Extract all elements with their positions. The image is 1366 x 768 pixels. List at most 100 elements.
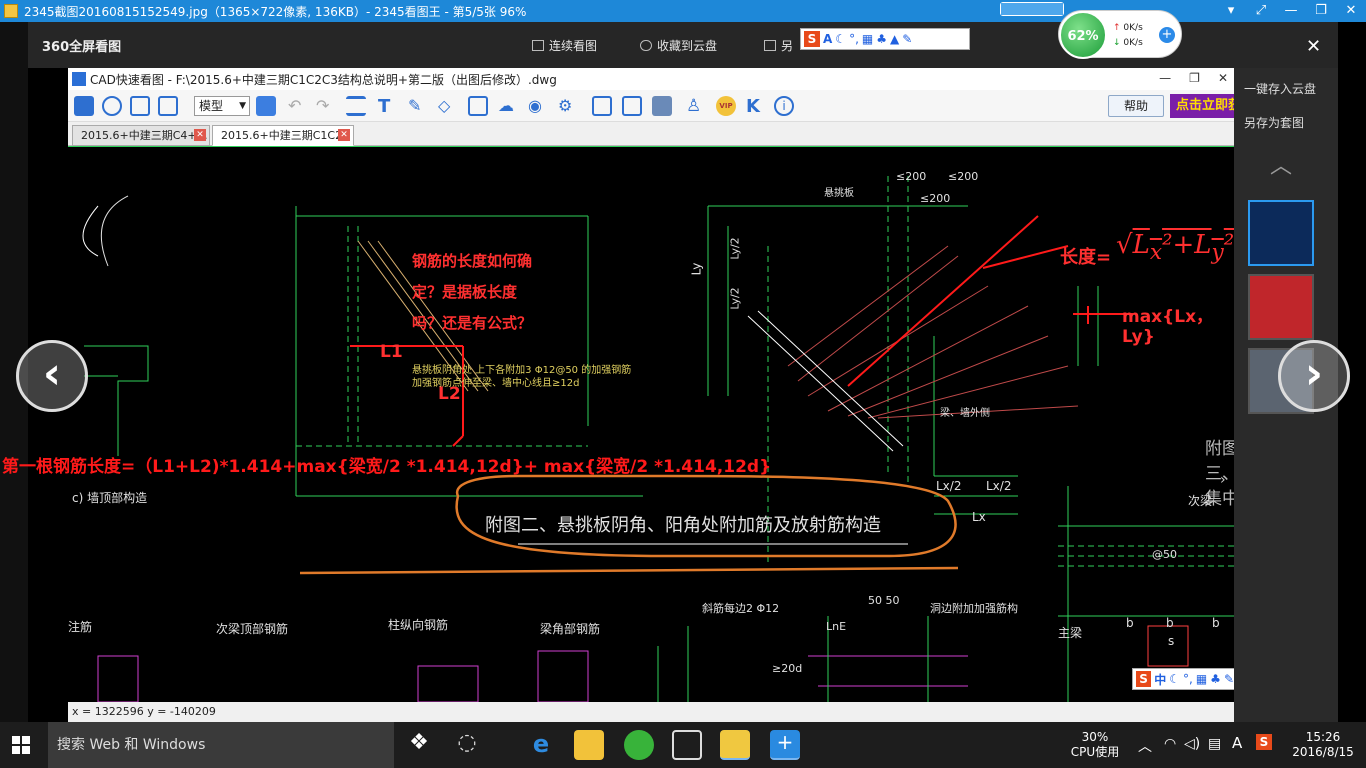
label-lx2a: Lx/2 (936, 479, 962, 493)
cad-minimize-button[interactable]: — (1159, 71, 1171, 85)
next-image-button[interactable]: › (1278, 340, 1350, 412)
volume-icon[interactable]: ◁) (1184, 736, 1200, 752)
task-view-icon[interactable]: ❖ (404, 730, 434, 760)
store-icon[interactable] (672, 730, 702, 760)
restore-button[interactable]: ❐ (1306, 0, 1336, 22)
scroll-up-icon[interactable]: ︿ (1270, 148, 1292, 180)
label-at50: @50 (1152, 548, 1177, 561)
history-icon[interactable] (102, 96, 122, 116)
layers-icon[interactable] (256, 96, 276, 116)
edge-icon[interactable]: e (526, 730, 556, 760)
settings-icon[interactable]: ⚙ (558, 96, 578, 116)
open-icon[interactable] (74, 96, 94, 116)
cad-close-button[interactable]: ✕ (1218, 71, 1228, 85)
cad-title: CAD快速看图 - F:\2015.6+中建三期C1C2C3结构总说明+第二版（… (90, 72, 557, 87)
vip-icon[interactable]: VIP (716, 96, 736, 116)
browser-360-icon[interactable]: ◌ (452, 730, 482, 760)
thumbnail-1[interactable] (1248, 200, 1314, 266)
upload-speed: ↑ 0K/s (1113, 23, 1143, 33)
measure-icon[interactable] (346, 96, 366, 116)
copy-icon[interactable] (622, 96, 642, 116)
label-lx2b: Lx/2 (986, 479, 1012, 493)
save-as-set-action[interactable]: 另存为套图 (1244, 114, 1304, 131)
search-icon[interactable] (592, 96, 612, 116)
ime-indicator[interactable]: A (1232, 734, 1242, 752)
sogou-icon: S (1136, 671, 1152, 687)
bottom-label-1: 次梁顶部钢筋 (216, 622, 289, 636)
wifi-icon[interactable]: ◠ (1164, 736, 1176, 752)
wrench-icon: ✎ (1223, 672, 1234, 686)
cad-viewer-icon[interactable]: + (770, 730, 800, 760)
pen-icon[interactable]: ✎ (408, 96, 428, 116)
undo-icon[interactable]: ↶ (288, 96, 308, 116)
dropdown-icon[interactable]: ▾ (1216, 0, 1246, 22)
text-icon[interactable]: T (378, 96, 398, 117)
cad-title-bar: CAD快速看图 - F:\2015.6+中建三期C1C2C3结构总说明+第二版（… (68, 68, 1234, 90)
dim-200c: ≤200 (920, 192, 951, 205)
label-l1: L1 (380, 342, 403, 362)
eraser-icon[interactable]: ◇ (438, 96, 458, 116)
delete-icon[interactable] (468, 96, 488, 116)
thumbnail-2[interactable] (1248, 274, 1314, 340)
save-to-cloud-action[interactable]: 一键存入云盘 (1244, 80, 1316, 97)
expand-icon[interactable]: › (1220, 472, 1226, 488)
label-b3: b (1212, 616, 1220, 630)
moon-icon: ☾ (835, 32, 847, 46)
label-cibeam: 次梁 (1188, 494, 1213, 508)
help-button[interactable]: 帮助 (1108, 95, 1164, 117)
k-icon[interactable]: K (746, 96, 766, 117)
file-explorer-icon[interactable] (574, 730, 604, 760)
chevron-up-icon[interactable]: ︿ (1138, 736, 1152, 756)
windows-start-icon[interactable] (12, 736, 30, 754)
redo-icon[interactable]: ↷ (316, 96, 336, 116)
ime-toolbar-bottom[interactable]: S 中 ☾ °, ▦ ♣ ✎ (1132, 668, 1238, 690)
cad-drawing-canvas[interactable]: 钢筋的长度如何确 定？是据板长度 吗？还是有公式？ L1 L2 长度= √Lx²… (68, 146, 1234, 702)
continuous-view-button[interactable]: 连续看图 (532, 37, 597, 54)
speed-widget[interactable]: 62% ↑ 0K/s ↓ 0K/s + (1058, 10, 1182, 59)
print-icon[interactable] (652, 96, 672, 116)
cpu-usage[interactable]: 30% CPU使用 (1060, 730, 1130, 760)
info-icon[interactable]: i (774, 96, 794, 116)
fullscreen-icon[interactable]: ⤢ (1246, 0, 1276, 22)
zoom-window-icon[interactable] (158, 96, 178, 116)
browser-icon[interactable] (624, 730, 654, 760)
ad-banner[interactable]: 点击立即获取 (1170, 94, 1234, 118)
clock[interactable]: 15:26 2016/8/15 (1290, 730, 1356, 760)
taskbar: 搜索 Web 和 Windows ❖ ◌ e + 30% CPU使用 ︿ ◠ ◁… (0, 722, 1366, 768)
user-icon[interactable]: ♙ (686, 96, 706, 116)
viewer-close-icon[interactable]: ✕ (1306, 36, 1321, 57)
tab-file-1[interactable]: 2015.6+中建三期C4+… ✕ (72, 125, 210, 146)
download-speed: ↓ 0K/s (1113, 38, 1143, 48)
tab-close-icon[interactable]: ✕ (338, 129, 350, 141)
cad-app-icon (72, 72, 86, 86)
save-as-button[interactable]: 另 (764, 37, 793, 54)
bottom-label-3: 梁角部钢筋 (540, 622, 601, 636)
save-cloud-button[interactable]: 收藏到云盘 (640, 37, 717, 54)
sogou-tray-icon[interactable]: S (1256, 734, 1272, 750)
memory-indicator[interactable] (1000, 2, 1064, 16)
ime-toolbar[interactable]: S A ☾ °, ▦ ♣ ▲ ✎ (800, 28, 970, 50)
prev-image-button[interactable]: ‹ (16, 340, 88, 412)
hide-icon[interactable]: ◉ (528, 96, 548, 116)
skin-icon: ♣ (876, 32, 887, 46)
label-lx: Lx (972, 510, 986, 524)
close-button[interactable]: ✕ (1336, 0, 1366, 22)
bottom-label-4: 斜筋每边2 Φ12 (702, 602, 780, 615)
tab-file-2[interactable]: 2015.6+中建三期C1C2· ✕ (212, 125, 354, 146)
plus-icon[interactable]: + (1159, 27, 1175, 43)
cad-window: CAD快速看图 - F:\2015.6+中建三期C1C2C3结构总说明+第二版（… (68, 68, 1234, 722)
tab-close-icon[interactable]: ✕ (194, 129, 206, 141)
bottom-label-5: 洞边附加加强筋构 (930, 602, 1018, 615)
image-viewer-icon[interactable] (720, 730, 750, 760)
ime-a-icon: A (823, 32, 833, 46)
fit-view-icon[interactable] (130, 96, 150, 116)
cloud-upload-icon[interactable]: ☁ (498, 96, 518, 116)
ime-lang: 中 (1154, 672, 1167, 687)
sogou-icon: S (804, 31, 820, 47)
viewer-title: 2345截图20160815152549.jpg（1365×722像素, 136… (24, 4, 527, 19)
cad-restore-button[interactable]: ❐ (1189, 71, 1200, 85)
taskbar-search-input[interactable]: 搜索 Web 和 Windows (48, 722, 394, 768)
minimize-button[interactable]: — (1276, 0, 1306, 22)
model-select[interactable]: 模型 ▼ (194, 96, 250, 116)
notification-icon[interactable]: ▤ (1208, 736, 1221, 752)
